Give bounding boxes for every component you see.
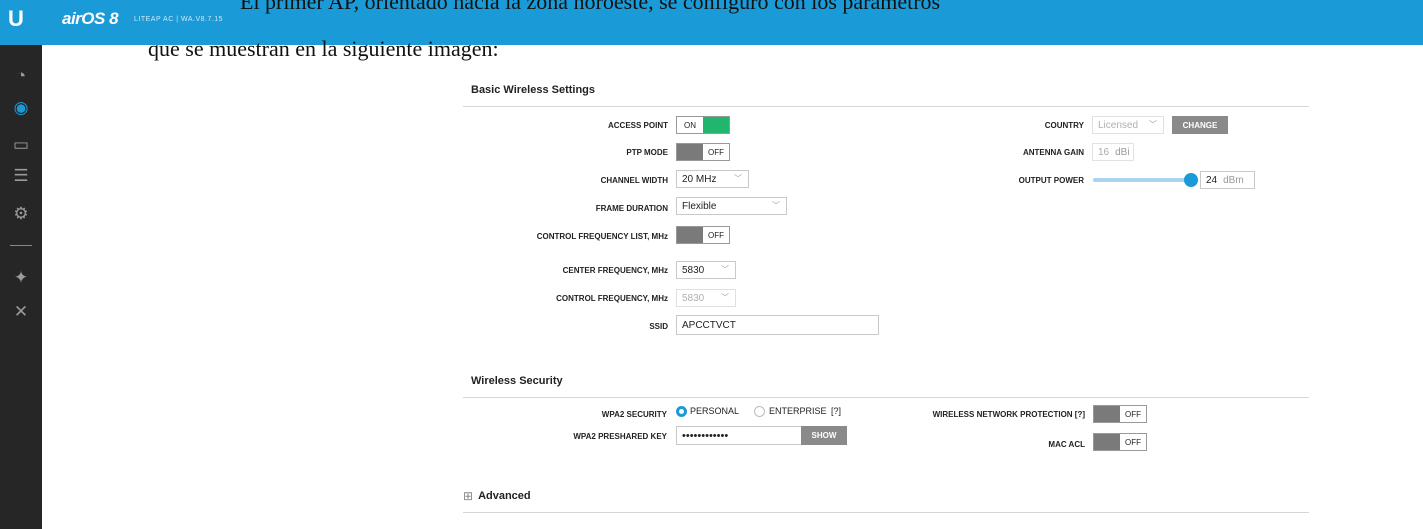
ssid-label: SSID xyxy=(649,322,668,331)
radio-personal[interactable] xyxy=(676,406,687,417)
channel-width-label: CHANNEL WIDTH xyxy=(600,176,668,185)
section-divider xyxy=(463,512,1309,513)
channel-width-value: 20 MHz xyxy=(682,173,717,185)
settings-gear-icon[interactable]: ⚙ xyxy=(10,203,32,225)
antenna-gain-unit: dBi xyxy=(1115,146,1130,158)
wand-tools-icon[interactable]: ✦ xyxy=(10,267,32,289)
output-power-slider[interactable] xyxy=(1093,178,1191,182)
control-frequency-select[interactable]: 5830 ﹀ xyxy=(676,289,736,307)
control-frequency-label: CONTROL FREQUENCY, MHz xyxy=(556,294,668,303)
channel-width-select[interactable]: 20 MHz ﹀ xyxy=(676,170,749,188)
chevron-down-icon: ﹀ xyxy=(1149,120,1157,129)
antenna-gain-value: 16 xyxy=(1098,146,1110,158)
chevron-down-icon: ﹀ xyxy=(721,265,729,274)
network-icon[interactable]: ▭ xyxy=(10,134,32,156)
wireless-security-title: Wireless Security xyxy=(471,375,563,387)
radio-enterprise-label: ENTERPRISE xyxy=(769,406,827,416)
frame-duration-value: Flexible xyxy=(682,200,717,212)
antenna-gain-input[interactable]: 16 dBi xyxy=(1092,143,1134,161)
device-model-info: LITEAP AC | WA.V8.7.15 xyxy=(134,16,224,23)
airos-logo: airOS 8 xyxy=(62,9,119,28)
wpa2-security-label: WPA2 SECURITY xyxy=(601,410,667,419)
toggle-fill xyxy=(1094,434,1120,450)
control-frequency-value: 5830 xyxy=(682,292,705,304)
basic-wireless-settings-title: Basic Wireless Settings xyxy=(471,84,596,96)
control-frequency-list-toggle[interactable]: OFF xyxy=(676,226,730,244)
ubiquiti-logo-icon: U xyxy=(8,6,24,31)
output-power-label: OUTPUT POWER xyxy=(1018,176,1084,185)
country-label: COUNTRY xyxy=(1044,121,1084,130)
output-power-input[interactable]: 24 dBm xyxy=(1200,171,1255,189)
chevron-down-icon: ﹀ xyxy=(772,201,780,210)
access-point-toggle[interactable]: ON xyxy=(676,116,730,134)
overlay-caption-line2: que se muestran en la siguiente imagen: xyxy=(148,36,499,61)
wpa2-preshared-key-input[interactable]: •••••••••••• xyxy=(676,426,802,445)
country-value: Licensed xyxy=(1098,119,1139,131)
toggle-fill xyxy=(703,117,729,133)
expand-plus-icon: ⊞ xyxy=(463,489,474,503)
center-frequency-value: 5830 xyxy=(682,264,705,276)
frame-duration-select[interactable]: Flexible ﹀ xyxy=(676,197,787,215)
toggle-fill xyxy=(677,227,703,243)
control-frequency-list-label: CONTROL FREQUENCY LIST, MHz xyxy=(536,232,668,241)
mac-acl-toggle[interactable]: OFF xyxy=(1093,433,1147,451)
advanced-expander[interactable]: ⊞ Advanced xyxy=(463,489,531,503)
radio-personal-label: PERSONAL xyxy=(690,406,740,416)
ptp-mode-label: PTP MODE xyxy=(626,148,668,157)
access-point-label: ACCESS POINT xyxy=(607,121,668,130)
wrench-tools-icon[interactable]: ✕ xyxy=(10,301,32,323)
center-frequency-select[interactable]: 5830 ﹀ xyxy=(676,261,736,279)
overlay-caption-line1: El primer AP, orientado hacia la zona no… xyxy=(240,0,941,14)
mac-acl-label: MAC ACL xyxy=(1048,440,1085,449)
toggle-state: ON xyxy=(677,117,703,133)
center-frequency-label: CENTER FREQUENCY, MHz xyxy=(562,266,668,275)
dashboard-icon[interactable]: ◔ xyxy=(10,65,32,87)
toggle-fill xyxy=(1094,406,1120,422)
sidebar-nav: ◔ ◉ ▭ ☰ ⚙ ✦ ✕ xyxy=(0,45,42,529)
antenna-gain-label: ANTENNA GAIN xyxy=(1022,148,1084,157)
show-key-button[interactable]: SHOW xyxy=(801,426,847,445)
chevron-down-icon: ﹀ xyxy=(721,293,729,302)
output-power-slider-handle[interactable] xyxy=(1184,173,1198,187)
toggle-state: OFF xyxy=(703,227,729,243)
section-divider xyxy=(463,106,1309,107)
change-country-button[interactable]: CHANGE xyxy=(1172,116,1228,134)
wireless-network-protection-label: WIRELESS NETWORK PROTECTION [?] xyxy=(932,410,1085,419)
output-power-value: 24 xyxy=(1206,174,1218,186)
advanced-label: Advanced xyxy=(478,490,531,502)
ssid-input[interactable]: APCCTVCT xyxy=(676,315,879,335)
toggle-state: OFF xyxy=(1120,406,1146,422)
output-power-unit: dBm xyxy=(1223,174,1244,186)
toggle-state: OFF xyxy=(1120,434,1146,450)
enterprise-help-link[interactable]: [?] xyxy=(831,406,841,416)
country-select[interactable]: Licensed ﹀ xyxy=(1092,116,1164,134)
radio-enterprise[interactable] xyxy=(754,406,765,417)
wireless-network-protection-toggle[interactable]: OFF xyxy=(1093,405,1147,423)
chevron-down-icon: ﹀ xyxy=(734,174,742,183)
wpa2-preshared-key-label: WPA2 PRESHARED KEY xyxy=(573,432,667,441)
ptp-mode-toggle[interactable]: OFF xyxy=(676,143,730,161)
toggle-fill xyxy=(677,144,703,160)
services-sliders-icon[interactable]: ☰ xyxy=(10,165,32,187)
toggle-state: OFF xyxy=(703,144,729,160)
sidebar-divider xyxy=(10,245,32,246)
wireless-icon[interactable]: ◉ xyxy=(10,97,32,119)
section-divider xyxy=(463,397,1309,398)
frame-duration-label: FRAME DURATION xyxy=(595,204,668,213)
